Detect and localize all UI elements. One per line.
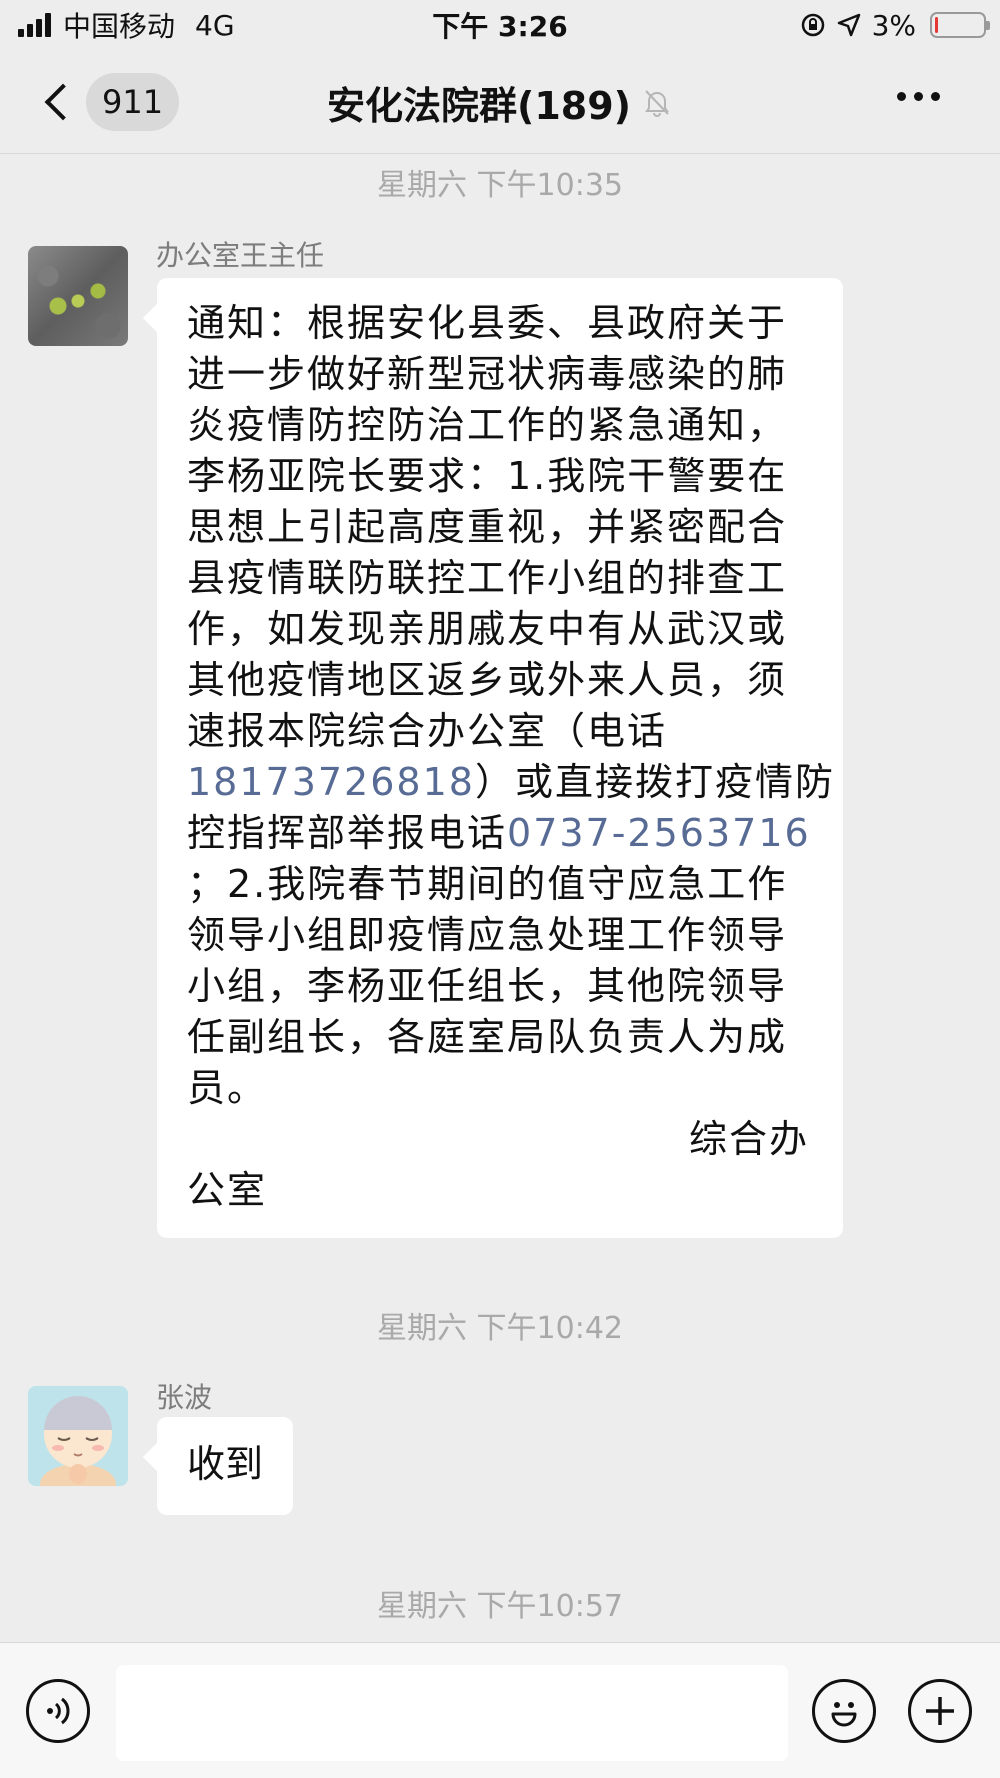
bell-off-icon <box>645 90 669 117</box>
message-fragment: ）或直接拨打疫情防 <box>474 760 835 804</box>
message-line: 通知：根据安化县委、县政府关于 <box>187 301 788 345</box>
message-line: ；2.我院春节期间的值守应急工作 <box>187 862 788 906</box>
more-dots-icon <box>897 92 906 101</box>
message-line: 作，如发现亲朋戚友中有从武汉或 <box>187 607 788 651</box>
status-left: 中国移动 4G <box>18 5 235 45</box>
message-bubble[interactable]: 通知：根据安化县委、县政府关于 进一步做好新型冠状病毒感染的肺 炎疫情防控防治工… <box>157 278 843 1238</box>
signal-icon <box>18 13 51 37</box>
message-text: 通知：根据安化县委、县政府关于 进一步做好新型冠状病毒感染的肺 炎疫情防控防治工… <box>187 298 833 1216</box>
more-dot <box>914 92 923 101</box>
location-icon <box>837 13 860 37</box>
voice-icon <box>47 1697 70 1725</box>
message-text: 收到 <box>187 1442 264 1486</box>
message-line: 控指挥部举报电话0737-2563716 <box>187 808 813 859</box>
message-line: 18173726818）或直接拨打疫情防 <box>187 757 833 808</box>
more-button[interactable] <box>897 92 940 101</box>
timestamp: 星期六 下午10:42 <box>377 1311 623 1346</box>
message-input[interactable] <box>116 1665 788 1761</box>
monk-avatar-icon <box>28 1386 128 1486</box>
carrier-name: 中国移动 <box>63 10 176 43</box>
input-bar <box>0 1642 1000 1778</box>
status-bar: 中国移动 4G 下午 3:26 3% <box>0 0 1000 50</box>
message-line: 进一步做好新型冠状病毒感染的肺 <box>187 352 788 396</box>
phone-link[interactable]: 18173726818 <box>187 760 475 804</box>
message-line: 员。 <box>187 1066 268 1110</box>
message-line: 炎疫情防控防治工作的紧急通知， <box>187 403 788 447</box>
battery-level <box>935 17 938 33</box>
sender-name: 办公室王主任 <box>156 239 325 272</box>
message-line: 李杨亚院长要求：1.我院干警要在 <box>187 454 788 498</box>
plus-icon <box>926 1697 954 1725</box>
battery-icon <box>930 12 990 38</box>
message-line: 思想上引起高度重视，并紧密配合 <box>187 505 788 549</box>
message-line: 县疫情联防联控工作小组的排查工 <box>187 556 788 600</box>
plus-button[interactable] <box>908 1679 972 1743</box>
rotation-lock-icon <box>801 13 824 37</box>
message-line: 领导小组即疫情应急处理工作领导 <box>187 913 788 957</box>
timestamp: 星期六 下午10:35 <box>377 168 623 203</box>
voice-button[interactable] <box>26 1679 90 1743</box>
chat-title: 安化法院群(189) <box>326 83 632 128</box>
message-line: 任副组长，各庭室局队负责人为成 <box>187 1015 788 1059</box>
avatar[interactable] <box>28 246 128 346</box>
message-line: 其他疫情地区返乡或外来人员，须 <box>187 658 788 702</box>
emoji-icon <box>831 1702 857 1727</box>
more-dot <box>931 92 940 101</box>
emoji-button[interactable] <box>812 1679 876 1743</box>
message-line: 速报本院综合办公室（电话 <box>187 709 668 753</box>
chat-title-wrap: 安化法院群(189) <box>0 72 1000 132</box>
status-right: 3% <box>800 8 990 42</box>
chat-header: 911 安化法院群(189) <box>0 50 1000 154</box>
phone-link[interactable]: 0737-2563716 <box>507 811 811 855</box>
timestamp: 星期六 下午10:57 <box>377 1589 623 1624</box>
network-type: 4G <box>195 8 235 42</box>
sender-name: 张波 <box>156 1381 213 1414</box>
avatar[interactable] <box>28 1386 128 1486</box>
message-signature: 公室 <box>187 1168 268 1212</box>
battery-percent: 3% <box>871 8 916 42</box>
message-fragment: 控指挥部举报电话 <box>187 811 508 855</box>
message-line: 小组，李杨亚任组长，其他院领导 <box>187 964 788 1008</box>
message-bubble[interactable]: 收到 <box>157 1417 294 1515</box>
message-signature: 综合办 <box>688 1117 809 1161</box>
